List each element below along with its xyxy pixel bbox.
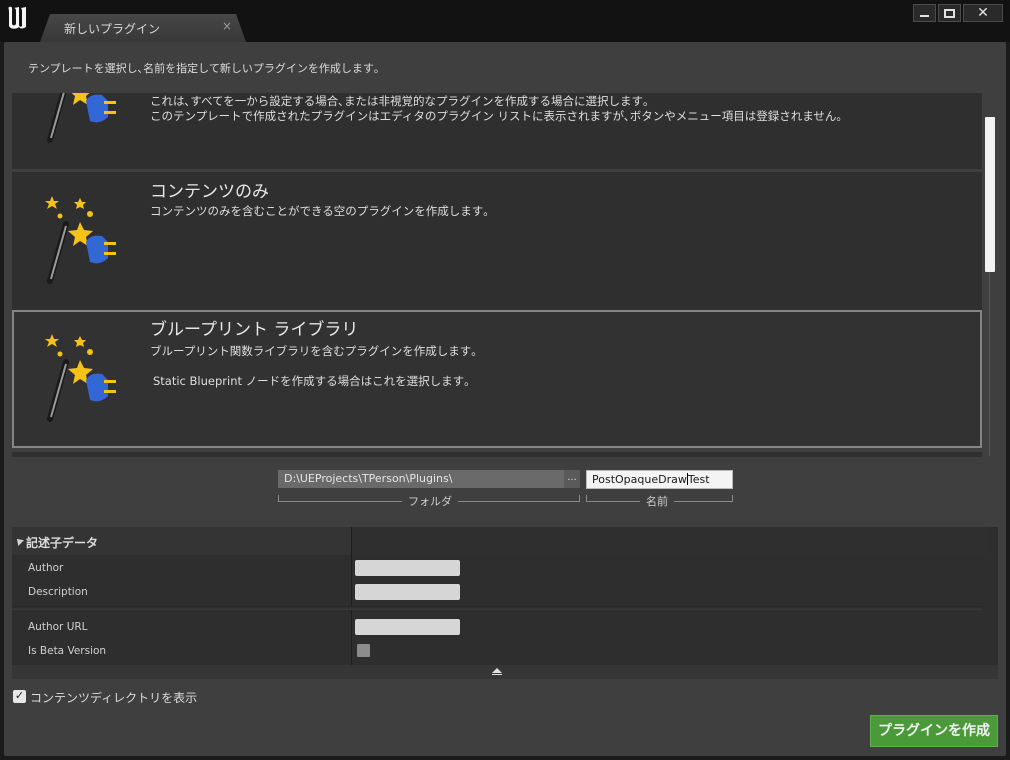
collapse-line xyxy=(492,674,502,675)
plugin-name-input[interactable]: PostOpaqueDrawTest xyxy=(586,470,733,489)
close-window-button[interactable]: ✕ xyxy=(963,4,1003,22)
author-url-input[interactable] xyxy=(355,619,460,635)
description-input[interactable] xyxy=(355,584,460,600)
template-title: コンテンツのみ xyxy=(150,182,269,202)
plugin-wand-icon xyxy=(47,93,116,143)
prop-label-is-beta: Is Beta Version xyxy=(28,645,107,657)
template-desc: このテンプレートで作成されたプラグインはエディタのプラグイン リストに表示されま… xyxy=(150,109,843,123)
scrollbar-track xyxy=(989,272,990,456)
template-card-content-only[interactable]: コンテンツのみ コンテンツのみを含むことができる空のプラグインを作成します｡ xyxy=(12,172,982,310)
group-separator xyxy=(12,606,982,610)
minimize-icon xyxy=(920,15,929,17)
folder-label: フォルダ xyxy=(402,493,458,509)
show-content-dir-label[interactable]: コンテンツディレクトリを表示 xyxy=(30,689,197,706)
template-desc: コンテンツのみを含むことができる空のプラグインを作成します｡ xyxy=(150,204,490,218)
show-content-dir-checkbox[interactable]: ✓ xyxy=(13,690,26,703)
template-list: これは､すべてを一から設定する場合､または非視覚的なプラグインを作成する場合に選… xyxy=(12,93,982,457)
tab-close-icon[interactable]: × xyxy=(222,19,232,33)
title-bar: 新しいプラグイン × ✕ xyxy=(0,0,1010,42)
maximize-icon xyxy=(944,8,955,18)
tab-label: 新しいプラグイン xyxy=(64,22,161,36)
instruction-text: テンプレートを選択し､名前を指定して新しいプラグインを作成します｡ xyxy=(28,62,380,75)
prop-label-author: Author xyxy=(28,562,64,574)
details-category-title: 記述子データ xyxy=(26,536,99,550)
window-controls: ✕ xyxy=(913,4,1003,22)
template-card-next[interactable] xyxy=(12,452,982,457)
collapse-up-icon xyxy=(492,668,502,673)
folder-path-field[interactable]: D:\UEProjects\TPerson\Plugins\ xyxy=(278,470,564,488)
close-icon: ✕ xyxy=(977,5,989,21)
unreal-engine-logo-icon xyxy=(8,6,26,29)
column-divider[interactable] xyxy=(351,527,352,665)
details-header-value-column xyxy=(352,527,988,555)
scrollbar-thumb[interactable] xyxy=(985,117,995,272)
name-text-tail: Test xyxy=(687,473,710,486)
template-card-blueprint-library[interactable]: ブループリント ライブラリ ブループリント関数ライブラリを含むプラグインを作成し… xyxy=(12,310,982,448)
maximize-button[interactable] xyxy=(938,4,961,22)
plugin-wand-icon xyxy=(45,196,116,284)
author-input[interactable] xyxy=(355,560,460,576)
details-category-header[interactable]: 記述子データ xyxy=(12,527,351,555)
template-title: ブループリント ライブラリ xyxy=(150,320,359,340)
name-label: 名前 xyxy=(640,493,674,509)
advanced-toggle[interactable] xyxy=(12,665,998,679)
template-desc: ブループリント関数ライブラリを含むプラグインを作成します｡ xyxy=(150,344,478,358)
template-desc: Static Blueprint ノードを作成する場合はこれを選択します｡ xyxy=(153,374,470,388)
name-text: PostOpaqueDraw xyxy=(592,473,687,486)
expand-triangle-icon[interactable] xyxy=(14,536,24,546)
minimize-button[interactable] xyxy=(913,4,936,22)
browse-folder-button[interactable]: ... xyxy=(564,470,580,488)
create-plugin-button[interactable]: プラグインを作成 xyxy=(870,715,998,747)
prop-label-description: Description xyxy=(28,586,88,598)
plugin-wand-icon xyxy=(45,334,116,422)
template-desc: これは､すべてを一から設定する場合､または非視覚的なプラグインを作成する場合に選… xyxy=(150,94,649,108)
prop-label-author-url: Author URL xyxy=(28,621,88,633)
template-card-blank[interactable]: これは､すべてを一から設定する場合､または非視覚的なプラグインを作成する場合に選… xyxy=(12,93,982,169)
details-panel: 記述子データ Author Description Author URL Is … xyxy=(12,527,998,679)
tab-new-plugin[interactable]: 新しいプラグイン × xyxy=(40,14,246,42)
is-beta-checkbox[interactable] xyxy=(357,644,370,657)
